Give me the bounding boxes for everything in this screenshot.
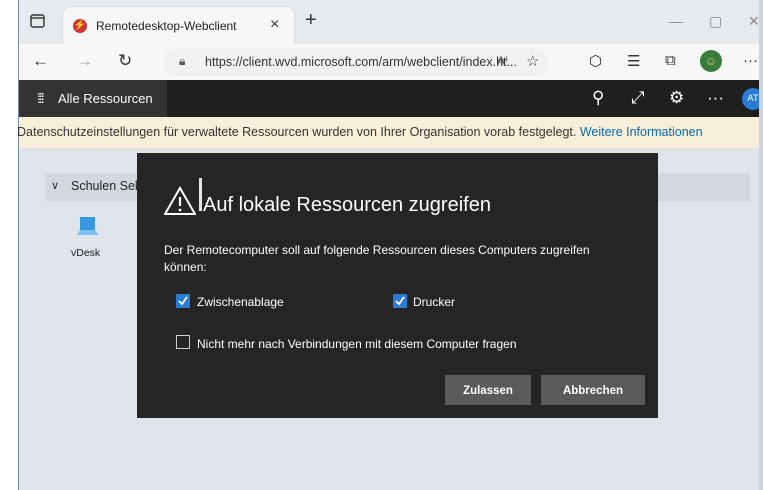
minimize-button[interactable]: — [669,13,683,29]
close-window-button[interactable]: ✕ [748,13,760,30]
tab-strip: ⚡ Remotedesktop-Webclient × + — ▢ ✕ [19,0,763,44]
collections-icon[interactable]: ⧉ [665,52,676,69]
printer-checkbox[interactable] [393,294,407,308]
text-cursor [199,178,202,211]
privacy-banner: Datenschutzeinstellungen für verwaltete … [17,117,763,148]
tab-title: Remotedesktop-Webclient [96,19,237,33]
chevron-down-icon[interactable]: ∨ [51,179,59,192]
tab-remotedesktop[interactable]: ⚡ Remotedesktop-Webclient × [63,7,294,44]
forward-icon[interactable]: → [76,51,93,71]
dialog-title: Auf lokale Ressourcen zugreifen [203,194,491,216]
lock-icon[interactable]: 🔒︎ [179,54,185,69]
clipboard-label[interactable]: Zwischenablage [197,295,284,309]
clipboard-checkbox[interactable] [176,294,190,308]
url-text[interactable]: https://client.wvd.microsoft.com/arm/web… [205,55,517,69]
printer-label[interactable]: Drucker [413,295,455,309]
favorites-star-icon[interactable]: ☆ [526,52,539,70]
app-more-button[interactable]: ··· [707,88,724,108]
new-tab-button[interactable]: + [305,9,317,32]
warning-icon [164,186,196,215]
checkmark-icon [395,296,405,306]
cancel-button[interactable]: Abbrechen [541,375,645,405]
vdesk-label[interactable]: vDesk [71,247,100,259]
all-resources-tab[interactable]: ⁞⁞⁞ Alle Ressourcen [19,80,167,117]
favicon-icon: ⚡ [73,19,87,33]
checkmark-icon [178,296,188,306]
dialog-description: Der Remotecomputer soll auf folgende Res… [164,243,590,274]
monitor-icon[interactable] [77,216,101,238]
back-icon[interactable]: ← [32,51,49,71]
more-info-link[interactable]: Weitere Informationen [580,125,703,139]
window-scrollbar[interactable] [759,0,763,490]
allow-button[interactable]: Zulassen [445,375,531,405]
all-resources-label: Alle Ressourcen [58,91,153,106]
pin-icon[interactable]: ⚲ [592,88,604,108]
dont-ask-checkbox[interactable] [176,335,190,349]
app-bar: ⁞⁞⁞ Alle Ressourcen ⚲ ⤢ ⚙ ··· AT [19,80,763,117]
tab-actions-icon[interactable] [29,12,47,30]
fullscreen-icon[interactable]: ⤢ [631,88,645,108]
tab-close-button[interactable]: × [270,16,279,34]
browser-menu-button[interactable]: ··· [743,52,758,69]
refresh-icon[interactable]: ↻ [118,51,132,71]
favorites-bar-icon[interactable]: ☰ [627,52,640,70]
group-name: Schulen Sek [71,179,142,193]
read-aloud-icon[interactable]: A⁾ [497,54,508,68]
settings-gear-icon[interactable]: ⚙ [669,88,684,108]
local-resources-dialog: Auf lokale Ressourcen zugreifen Der Remo… [137,153,658,418]
extensions-icon[interactable]: ⬡ [589,52,602,70]
apps-grid-icon: ⁞⁞⁞ [37,90,45,106]
maximize-button[interactable]: ▢ [709,13,722,30]
address-bar[interactable]: 🔒︎ https://client.wvd.microsoft.com/arm/… [163,48,548,76]
profile-icon[interactable]: ☺ [700,50,722,72]
banner-text: Datenschutzeinstellungen für verwaltete … [17,125,703,139]
navigation-bar: ← → ↻ 🔒︎ https://client.wvd.microsoft.co… [19,44,763,81]
dont-ask-label[interactable]: Nicht mehr nach Verbindungen mit diesem … [197,337,517,351]
